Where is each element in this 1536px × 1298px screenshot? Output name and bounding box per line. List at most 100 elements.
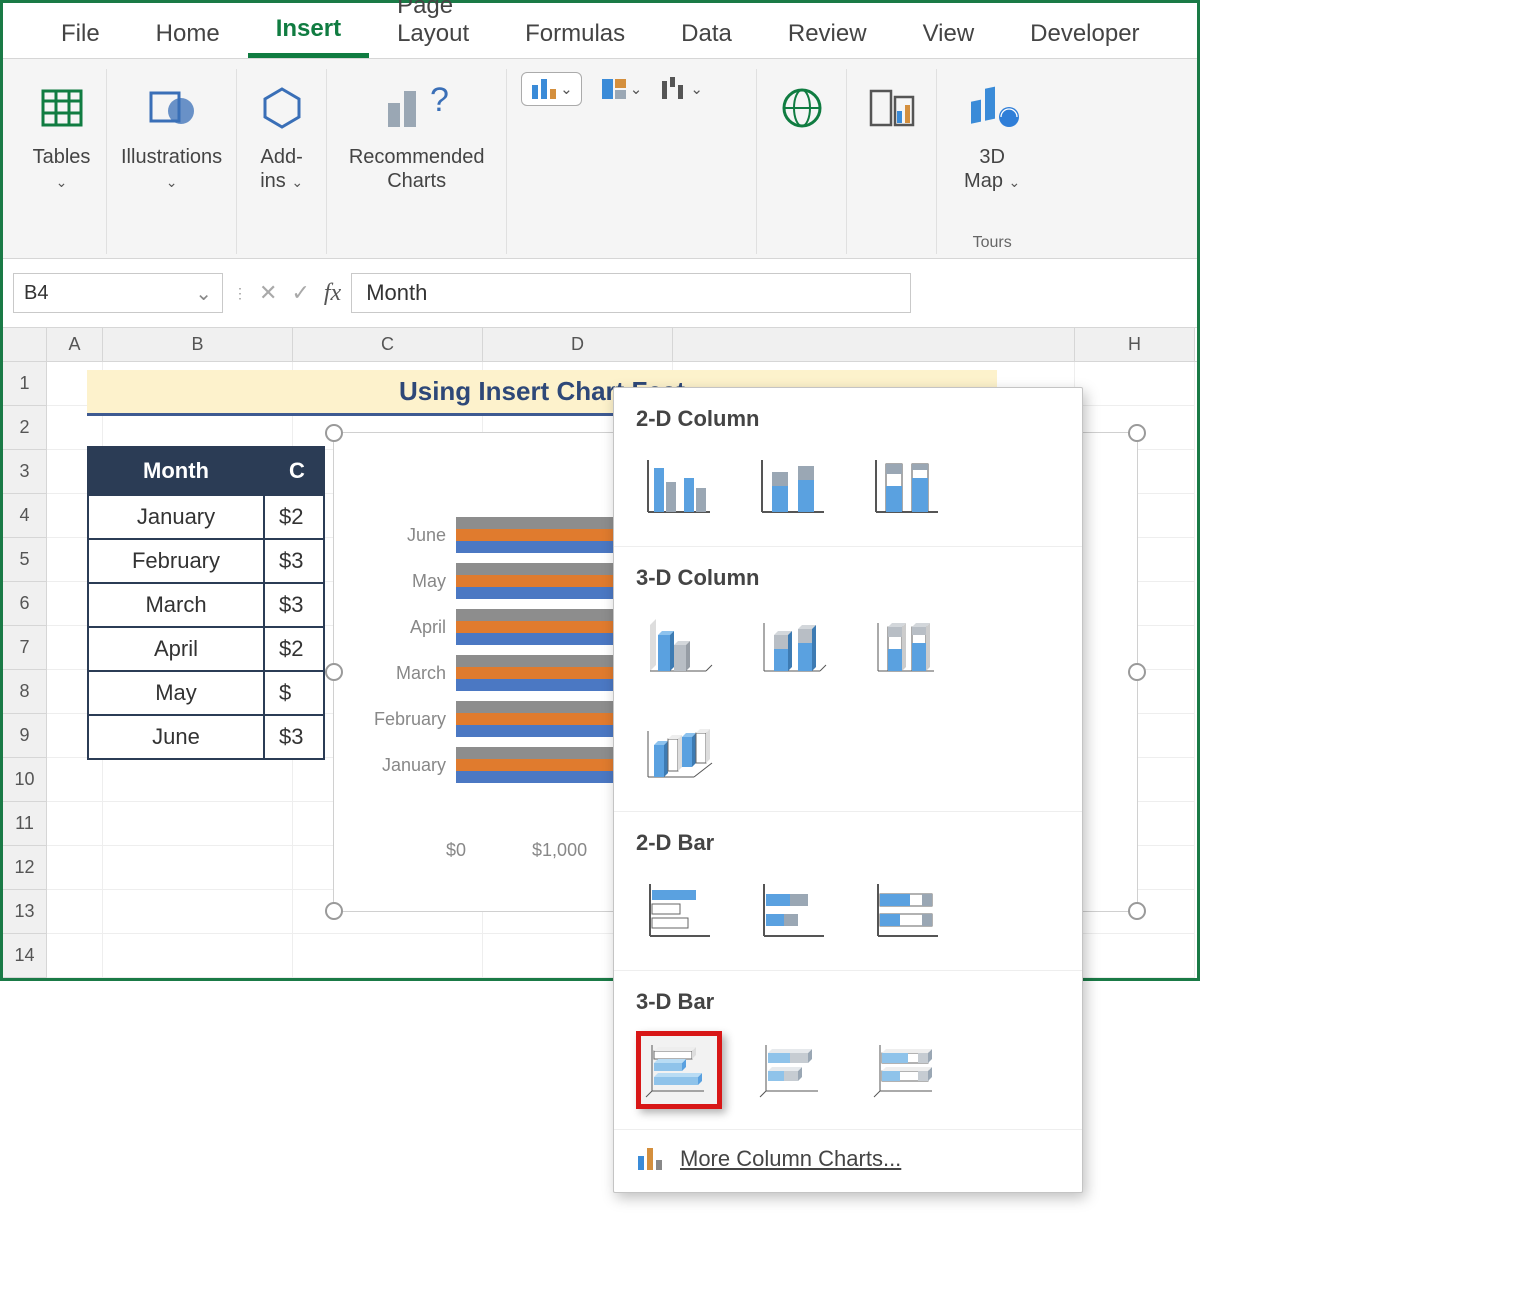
col-header-B[interactable]: B: [103, 328, 293, 361]
row-header[interactable]: 13: [3, 890, 47, 934]
opt-3d-clustered-column[interactable]: [636, 607, 722, 685]
tab-page-layout[interactable]: Page Layout: [369, 0, 497, 58]
cell[interactable]: [103, 934, 293, 978]
row-header[interactable]: 12: [3, 846, 47, 890]
tab-formulas[interactable]: Formulas: [497, 10, 653, 58]
table-row[interactable]: February$3: [88, 539, 324, 583]
cell-month[interactable]: June: [88, 715, 264, 759]
opt-3d-column[interactable]: [636, 713, 722, 791]
tab-developer[interactable]: Developer: [1002, 10, 1167, 58]
row-header[interactable]: 8: [3, 670, 47, 714]
group-maps[interactable]: [757, 69, 847, 254]
opt-3d-stacked-column[interactable]: [750, 607, 836, 685]
col-header-D[interactable]: D: [483, 328, 673, 361]
waterfall-chart-dropdown[interactable]: ⌄: [660, 77, 703, 101]
cell[interactable]: [47, 846, 103, 890]
row-header[interactable]: 11: [3, 802, 47, 846]
cell-value[interactable]: $3: [264, 583, 324, 627]
tab-data[interactable]: Data: [653, 10, 760, 58]
table-row[interactable]: January$2: [88, 495, 324, 539]
opt-2d-stacked-column[interactable]: [750, 448, 836, 526]
cell[interactable]: [103, 846, 293, 890]
row-header[interactable]: 6: [3, 582, 47, 626]
opt-3d-100pct-bar[interactable]: [864, 1031, 950, 1109]
row-header[interactable]: 4: [3, 494, 47, 538]
opt-3d-clustered-bar[interactable]: [636, 1031, 722, 1109]
resize-handle[interactable]: [325, 424, 343, 442]
resize-handle[interactable]: [1128, 424, 1146, 442]
enter-icon[interactable]: ✓: [291, 280, 309, 306]
row-header[interactable]: 7: [3, 626, 47, 670]
fx-icon[interactable]: fx: [324, 280, 341, 307]
cell-month[interactable]: March: [88, 583, 264, 627]
cell[interactable]: [293, 934, 483, 978]
col-header-C[interactable]: C: [293, 328, 483, 361]
cell-value[interactable]: $3: [264, 715, 324, 759]
cell[interactable]: [103, 758, 293, 802]
tab-view[interactable]: View: [895, 10, 1003, 58]
resize-handle[interactable]: [325, 902, 343, 920]
select-all-corner[interactable]: [3, 328, 47, 361]
formula-input[interactable]: Month: [351, 273, 911, 313]
cell[interactable]: [47, 802, 103, 846]
cell-value[interactable]: $2: [264, 495, 324, 539]
table-row[interactable]: March$3: [88, 583, 324, 627]
col-header-A[interactable]: A: [47, 328, 103, 361]
cell[interactable]: [47, 934, 103, 978]
row-header[interactable]: 9: [3, 714, 47, 758]
opt-2d-stacked-bar[interactable]: [750, 872, 836, 950]
opt-2d-clustered-column[interactable]: [636, 448, 722, 526]
resize-handle[interactable]: [1128, 902, 1146, 920]
col-header-blank[interactable]: [673, 328, 1075, 361]
group-addins[interactable]: Add- ins ⌄: [237, 69, 327, 254]
table-row[interactable]: April$2: [88, 627, 324, 671]
table-row[interactable]: June$3: [88, 715, 324, 759]
row-header[interactable]: 3: [3, 450, 47, 494]
tab-insert[interactable]: Insert: [248, 5, 369, 58]
tab-review[interactable]: Review: [760, 10, 895, 58]
cell[interactable]: [47, 758, 103, 802]
row-header[interactable]: 10: [3, 758, 47, 802]
table-row[interactable]: May$: [88, 671, 324, 715]
opt-3d-100pct-column[interactable]: [864, 607, 950, 685]
row-header[interactable]: 2: [3, 406, 47, 450]
cell-month[interactable]: April: [88, 627, 264, 671]
cell-value[interactable]: $3: [264, 539, 324, 583]
opt-2d-100pct-bar[interactable]: [864, 872, 950, 950]
row-header[interactable]: 14: [3, 934, 47, 978]
chevron-down-icon[interactable]: ⌄: [195, 281, 212, 306]
opt-2d-clustered-bar[interactable]: [636, 872, 722, 950]
group-tables[interactable]: Tables⌄: [17, 69, 107, 254]
opt-3d-stacked-bar[interactable]: [750, 1031, 836, 1109]
cell[interactable]: [1075, 362, 1195, 406]
hierarchy-chart-dropdown[interactable]: ⌄: [600, 77, 643, 101]
column-chart-dropdown[interactable]: ⌄: [521, 72, 582, 106]
cancel-icon[interactable]: ✕: [259, 280, 277, 306]
cell[interactable]: [47, 890, 103, 934]
resize-handle[interactable]: [1128, 663, 1146, 681]
row-header[interactable]: 5: [3, 538, 47, 582]
illustrations-icon: [147, 73, 197, 143]
cell-month[interactable]: May: [88, 671, 264, 715]
group-recommended-charts[interactable]: ? Recommended Charts: [327, 69, 507, 254]
tab-home[interactable]: Home: [128, 10, 248, 58]
resize-handle[interactable]: [325, 663, 343, 681]
cell-value[interactable]: $: [264, 671, 324, 715]
group-illustrations[interactable]: Illustrations⌄: [107, 69, 237, 254]
th-col2[interactable]: C: [264, 447, 324, 495]
group-pivotchart[interactable]: [847, 69, 937, 254]
3d-map-icon[interactable]: [965, 73, 1020, 143]
cell-value[interactable]: $2: [264, 627, 324, 671]
name-box[interactable]: B4 ⌄: [13, 273, 223, 313]
cell-month[interactable]: January: [88, 495, 264, 539]
th-month[interactable]: Month: [88, 447, 264, 495]
opt-2d-100pct-column[interactable]: [864, 448, 950, 526]
col-header-H[interactable]: H: [1075, 328, 1195, 361]
cell[interactable]: [103, 802, 293, 846]
more-column-charts[interactable]: More Column Charts...: [614, 1130, 1082, 1186]
cell-month[interactable]: February: [88, 539, 264, 583]
tab-file[interactable]: File: [33, 10, 128, 58]
row-header[interactable]: 1: [3, 362, 47, 406]
cell[interactable]: [103, 890, 293, 934]
cell[interactable]: [1075, 934, 1195, 978]
